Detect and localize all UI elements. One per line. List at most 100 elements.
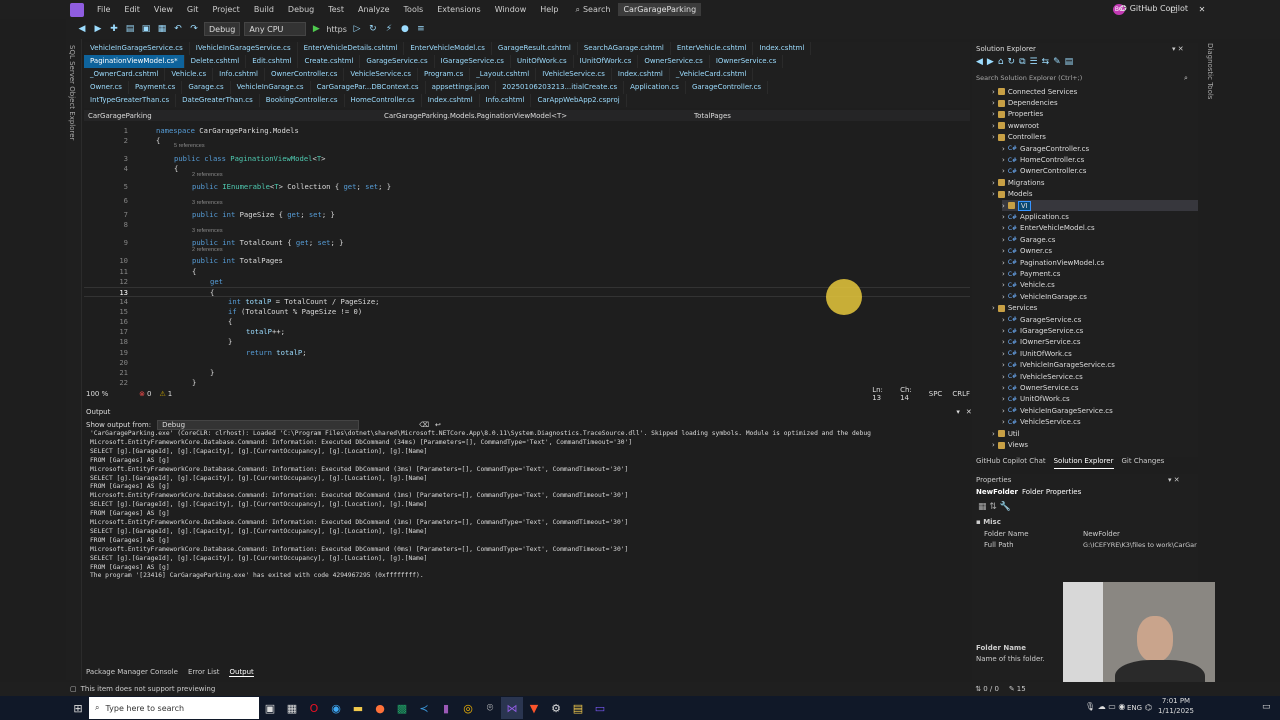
chevron-right-icon[interactable]: › — [1002, 373, 1005, 381]
chevron-right-icon[interactable]: › — [992, 179, 995, 187]
solution-tree-item[interactable]: › Migrations — [992, 177, 1198, 188]
solution-tree-item[interactable]: › C# Garage.cs — [1002, 234, 1198, 245]
solution-tree-item[interactable]: › C# IGarageService.cs — [1002, 325, 1198, 336]
document-tab[interactable]: EnterVehicleModel.cs — [404, 42, 492, 55]
redo-icon[interactable]: ↷ — [188, 23, 200, 35]
solution-tree-item[interactable]: › C# Owner.cs — [1002, 246, 1198, 257]
menu-test[interactable]: Test — [321, 5, 351, 14]
word-wrap-icon[interactable]: ↩ — [435, 421, 441, 429]
solution-tree-item[interactable]: › Controllers — [992, 132, 1198, 143]
document-tab[interactable]: IGarageService.cs — [435, 55, 511, 68]
misc-section[interactable]: ▪ Misc — [976, 518, 1001, 526]
solution-search-input[interactable]: Search Solution Explorer (Ctrl+;) — [976, 74, 1194, 84]
save-icon[interactable]: ▣ — [140, 23, 152, 35]
solution-tree-item[interactable]: › C# UnitOfWork.cs — [1002, 394, 1198, 405]
document-tab[interactable]: DateGreaterThan.cs — [176, 94, 260, 107]
document-tab[interactable]: OwnerService.cs — [638, 55, 710, 68]
tab-git-changes[interactable]: Git Changes — [1122, 457, 1165, 469]
solution-tree-item[interactable]: › C# EnterVehicleModel.cs — [1002, 223, 1198, 234]
chevron-right-icon[interactable]: › — [1002, 145, 1005, 153]
menu-view[interactable]: View — [147, 5, 180, 14]
code-line[interactable]: 5 public IEnumerable<T> Collection { get;… — [84, 182, 970, 192]
clock-time[interactable]: 7:01 PM — [1151, 697, 1201, 705]
chevron-right-icon[interactable]: › — [1002, 395, 1005, 403]
chevron-right-icon[interactable]: › — [1002, 407, 1005, 415]
document-tab[interactable]: VehicleService.cs — [344, 68, 418, 81]
document-tab[interactable]: HomeController.cs — [345, 94, 422, 107]
solution-tree-item[interactable]: › C# Application.cs — [1002, 211, 1198, 222]
excel-icon[interactable]: ▩ — [391, 697, 413, 719]
chevron-right-icon[interactable]: › — [992, 122, 995, 130]
clear-output-icon[interactable]: ⌫ — [419, 421, 429, 429]
chevron-right-icon[interactable]: › — [992, 99, 995, 107]
chevron-right-icon[interactable]: › — [992, 441, 995, 449]
platform-select[interactable]: Any CPU — [244, 22, 307, 36]
properties-subject[interactable]: NewFolder Folder Properties — [976, 488, 1081, 496]
code-line[interactable]: 4{ — [84, 164, 970, 174]
chevron-right-icon[interactable]: › — [1002, 327, 1005, 335]
class-dropdown[interactable]: CarGarageParking.Models.PaginationViewMo… — [244, 112, 567, 120]
terminal-icon[interactable]: ▮ — [435, 697, 457, 719]
document-tab[interactable]: OwnerController.cs — [265, 68, 345, 81]
project-dropdown[interactable]: CarGarageParking — [84, 112, 244, 120]
categorized-icon[interactable]: ▦ ⇅ 🔧 — [978, 502, 1011, 512]
language-indicator[interactable]: ENG — [1127, 704, 1142, 712]
edge-icon[interactable]: ◉ — [325, 697, 347, 719]
menu-debug[interactable]: Debug — [281, 5, 321, 14]
document-tab[interactable]: IntTypeGreaterThan.cs — [84, 94, 177, 107]
file-explorer-icon[interactable]: ▬ — [347, 697, 369, 719]
minimize-button[interactable]: – — [1134, 0, 1162, 19]
menu-project[interactable]: Project — [205, 5, 246, 14]
chevron-right-icon[interactable]: › — [1002, 338, 1005, 346]
chrome-icon[interactable]: ◎ — [457, 697, 479, 719]
chevron-right-icon[interactable]: › — [1002, 213, 1005, 221]
document-tab[interactable]: GarageController.cs — [686, 81, 769, 94]
tab-github-copilot-chat[interactable]: GitHub Copilot Chat — [976, 457, 1046, 469]
code-editor[interactable]: 5 references 2 references 3 references 3… — [84, 121, 970, 387]
hot-reload-icon[interactable]: ⚡ — [383, 23, 395, 35]
chevron-right-icon[interactable]: › — [1002, 167, 1005, 175]
code-line[interactable]: 8 — [84, 220, 970, 230]
code-line[interactable]: 21} — [84, 368, 970, 378]
solution-tree-item[interactable]: › C# IUnitOfWork.cs — [1002, 348, 1198, 359]
tray-icons[interactable]: 🎙 ☁ ▭ ◉ — [1085, 702, 1125, 711]
back-icon[interactable]: ◀ — [76, 23, 88, 35]
document-tab[interactable]: PaginationViewModel.cs* — [84, 55, 185, 68]
menu-extensions[interactable]: Extensions — [430, 5, 487, 14]
document-tab[interactable]: IOwnerService.cs — [710, 55, 784, 68]
git-push-pull-count[interactable]: 0 / 0 — [983, 685, 999, 693]
chevron-right-icon[interactable]: › — [992, 110, 995, 118]
document-tab[interactable]: Application.cs — [624, 81, 686, 94]
new-item-icon[interactable]: ✚ — [108, 23, 120, 35]
solution-tree-item[interactable]: › C# Vehicle.cs — [1002, 280, 1198, 291]
solution-tree-item[interactable]: › C# OwnerController.cs — [1002, 166, 1198, 177]
document-tab[interactable]: SearchAGarage.cshtml — [578, 42, 671, 55]
github-icon[interactable]: ⌾ — [479, 697, 501, 719]
solution-tree-item[interactable]: › C# IVehicleInGarageService.cs — [1002, 360, 1198, 371]
chevron-right-icon[interactable]: › — [1002, 247, 1005, 255]
settings-icon[interactable]: ⚙ — [545, 697, 567, 719]
solution-tree-item[interactable]: › C# OwnerService.cs — [1002, 382, 1198, 393]
solution-tree-item[interactable]: › C# VehicleInGarage.cs — [1002, 291, 1198, 302]
document-tab[interactable]: CarGaragePar...DBContext.cs — [311, 81, 426, 94]
chevron-right-icon[interactable]: › — [1002, 259, 1005, 267]
open-icon[interactable]: ▤ — [124, 23, 136, 35]
solution-tree-item[interactable]: › Properties — [992, 109, 1198, 120]
code-line[interactable]: 1 namespace CarGarageParking.Models — [84, 126, 970, 136]
chevron-right-icon[interactable]: › — [1002, 293, 1005, 301]
chevron-right-icon[interactable]: › — [1002, 202, 1005, 210]
chevron-right-icon[interactable]: › — [992, 133, 995, 141]
error-count[interactable]: 0 — [147, 390, 151, 398]
chevron-right-icon[interactable]: › — [1002, 281, 1005, 289]
chevron-right-icon[interactable]: › — [992, 304, 995, 312]
run-icon[interactable]: ▶ — [310, 23, 322, 35]
document-tab[interactable]: Delete.cshtml — [185, 55, 247, 68]
solution-tree-item[interactable]: › Services — [992, 303, 1198, 314]
solution-tree-item[interactable]: › C# IVehicleService.cs — [1002, 371, 1198, 382]
task-view-icon[interactable]: ▣ — [259, 697, 281, 719]
solution-toolbar[interactable]: ◀▶⌂↻⧉☰⇆✎▤ — [976, 57, 1077, 67]
changes-count[interactable]: 15 — [1017, 685, 1026, 693]
maximize-button[interactable]: ▢ — [1160, 0, 1188, 19]
document-tab[interactable]: _Layout.cshtml — [470, 68, 537, 81]
solution-tree-item[interactable]: › Views — [992, 439, 1198, 450]
